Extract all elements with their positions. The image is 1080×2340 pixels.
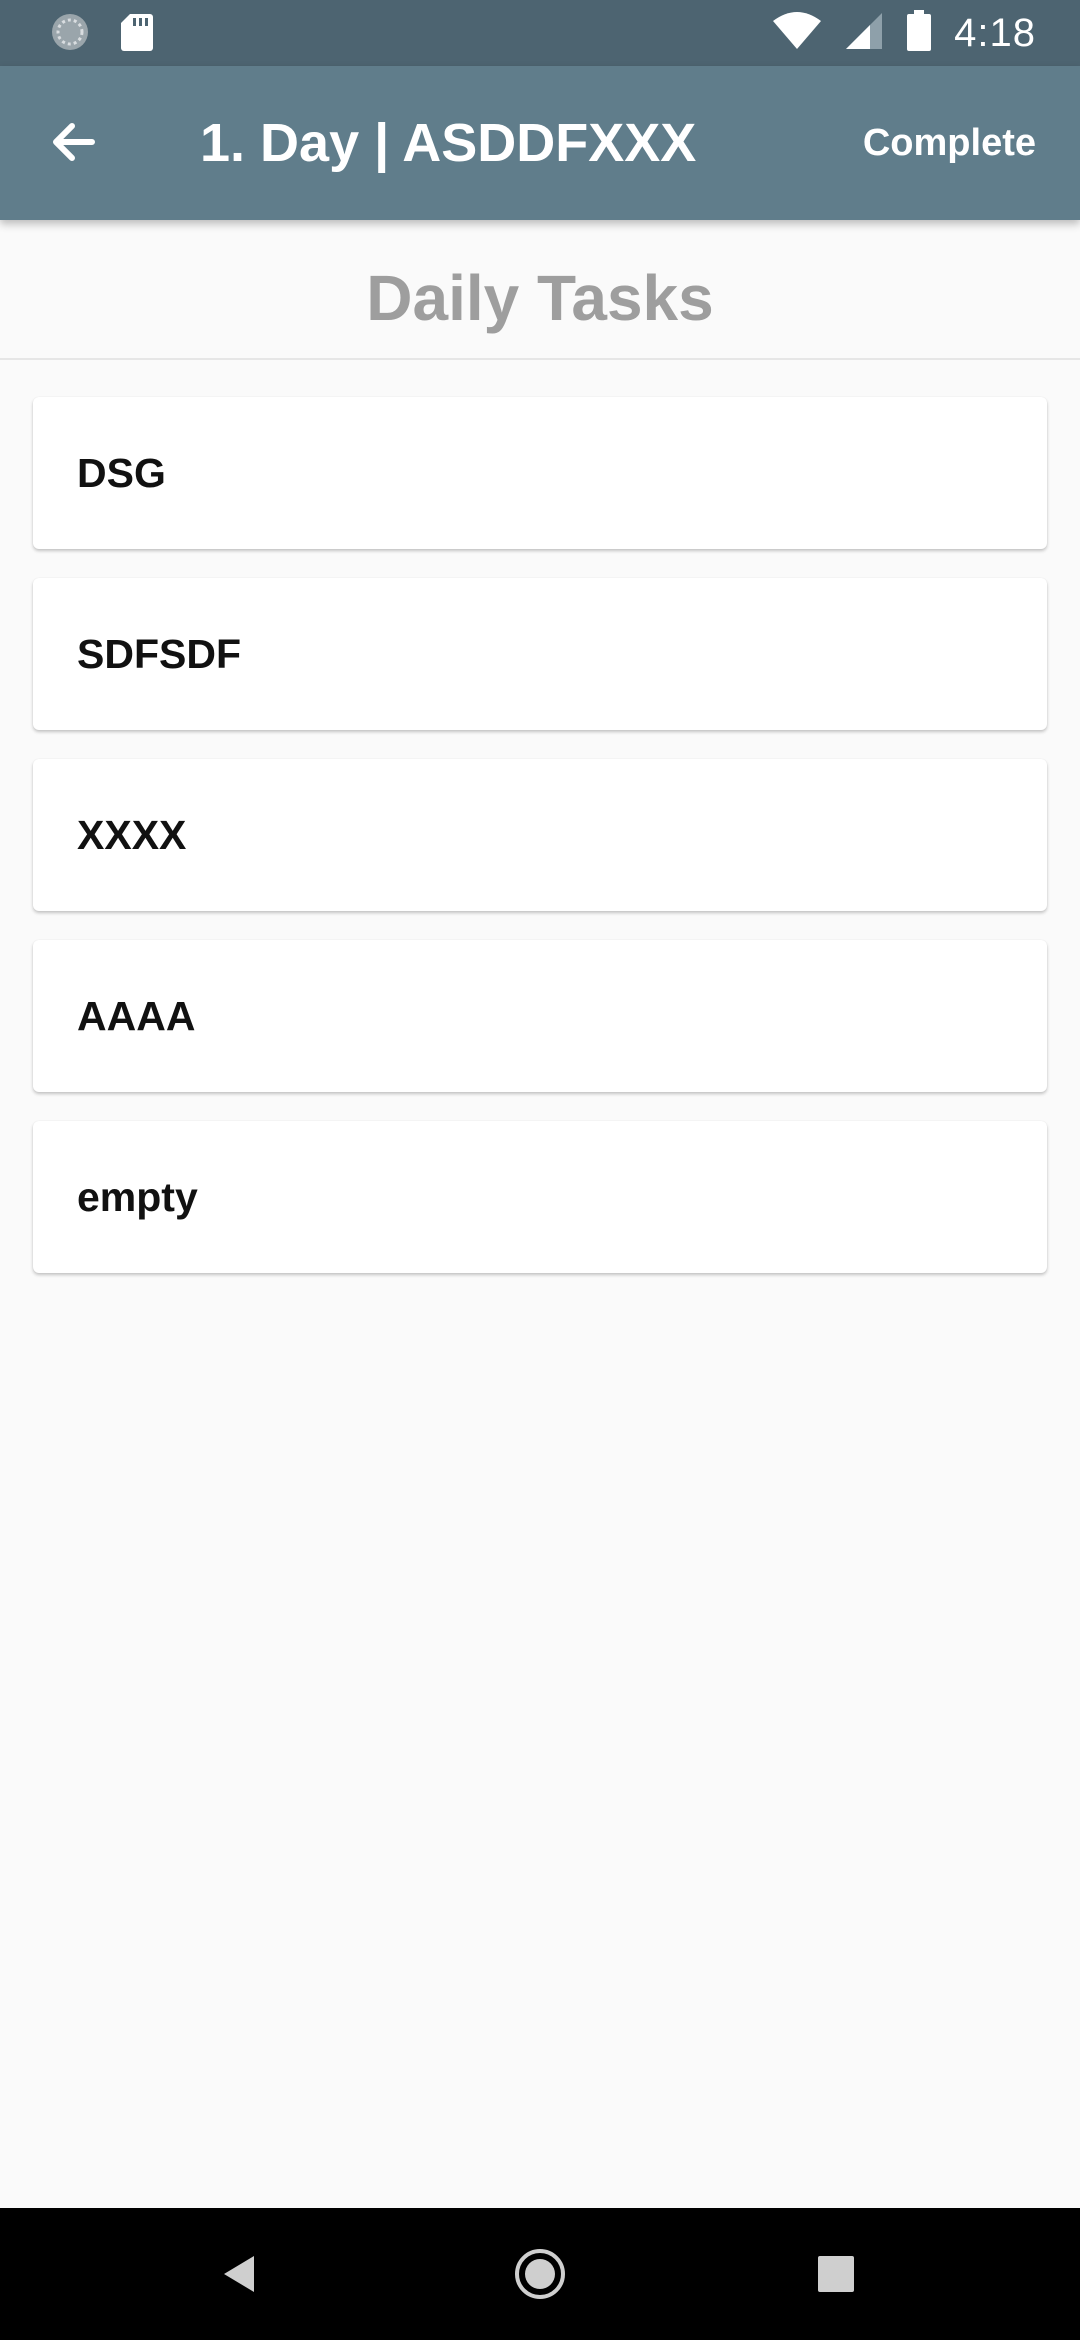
home-circle-icon: [515, 2249, 565, 2299]
task-label: empty: [77, 1173, 198, 1220]
system-nav-bar: [0, 2208, 1080, 2340]
signal-icon: [844, 11, 884, 56]
task-item[interactable]: SDFSDF: [33, 578, 1047, 730]
section-title: Daily Tasks: [0, 220, 1080, 360]
battery-icon: [906, 9, 932, 57]
status-bar: 4:18: [0, 0, 1080, 66]
task-list: DSG SDFSDF XXXX AAAA empty: [33, 397, 1047, 1302]
sd-card-icon: [120, 12, 154, 57]
complete-button[interactable]: Complete: [863, 66, 1036, 220]
task-item[interactable]: empty: [33, 1121, 1047, 1273]
task-label: SDFSDF: [77, 630, 241, 677]
sync-icon: [50, 12, 90, 57]
screen: 4:18 1. Day | ASDDFXXX Complete Daily Ta…: [0, 0, 1080, 2340]
status-time: 4:18: [954, 10, 1036, 55]
nav-back-button[interactable]: [204, 2238, 276, 2310]
task-label: XXXX: [77, 811, 187, 858]
nav-recents-button[interactable]: [800, 2238, 872, 2310]
task-item[interactable]: AAAA: [33, 940, 1047, 1092]
wifi-icon: [772, 11, 822, 56]
page-title: 1. Day | ASDDFXXX: [200, 113, 697, 173]
arrow-left-icon: [53, 123, 95, 161]
back-button[interactable]: [44, 112, 104, 172]
app-bar: 1. Day | ASDDFXXX Complete: [0, 66, 1080, 220]
recents-square-icon: [818, 2256, 854, 2292]
task-item[interactable]: DSG: [33, 397, 1047, 549]
back-triangle-icon: [224, 2256, 254, 2292]
nav-home-button[interactable]: [504, 2238, 576, 2310]
task-label: DSG: [77, 449, 166, 496]
task-item[interactable]: XXXX: [33, 759, 1047, 911]
task-label: AAAA: [77, 992, 196, 1039]
